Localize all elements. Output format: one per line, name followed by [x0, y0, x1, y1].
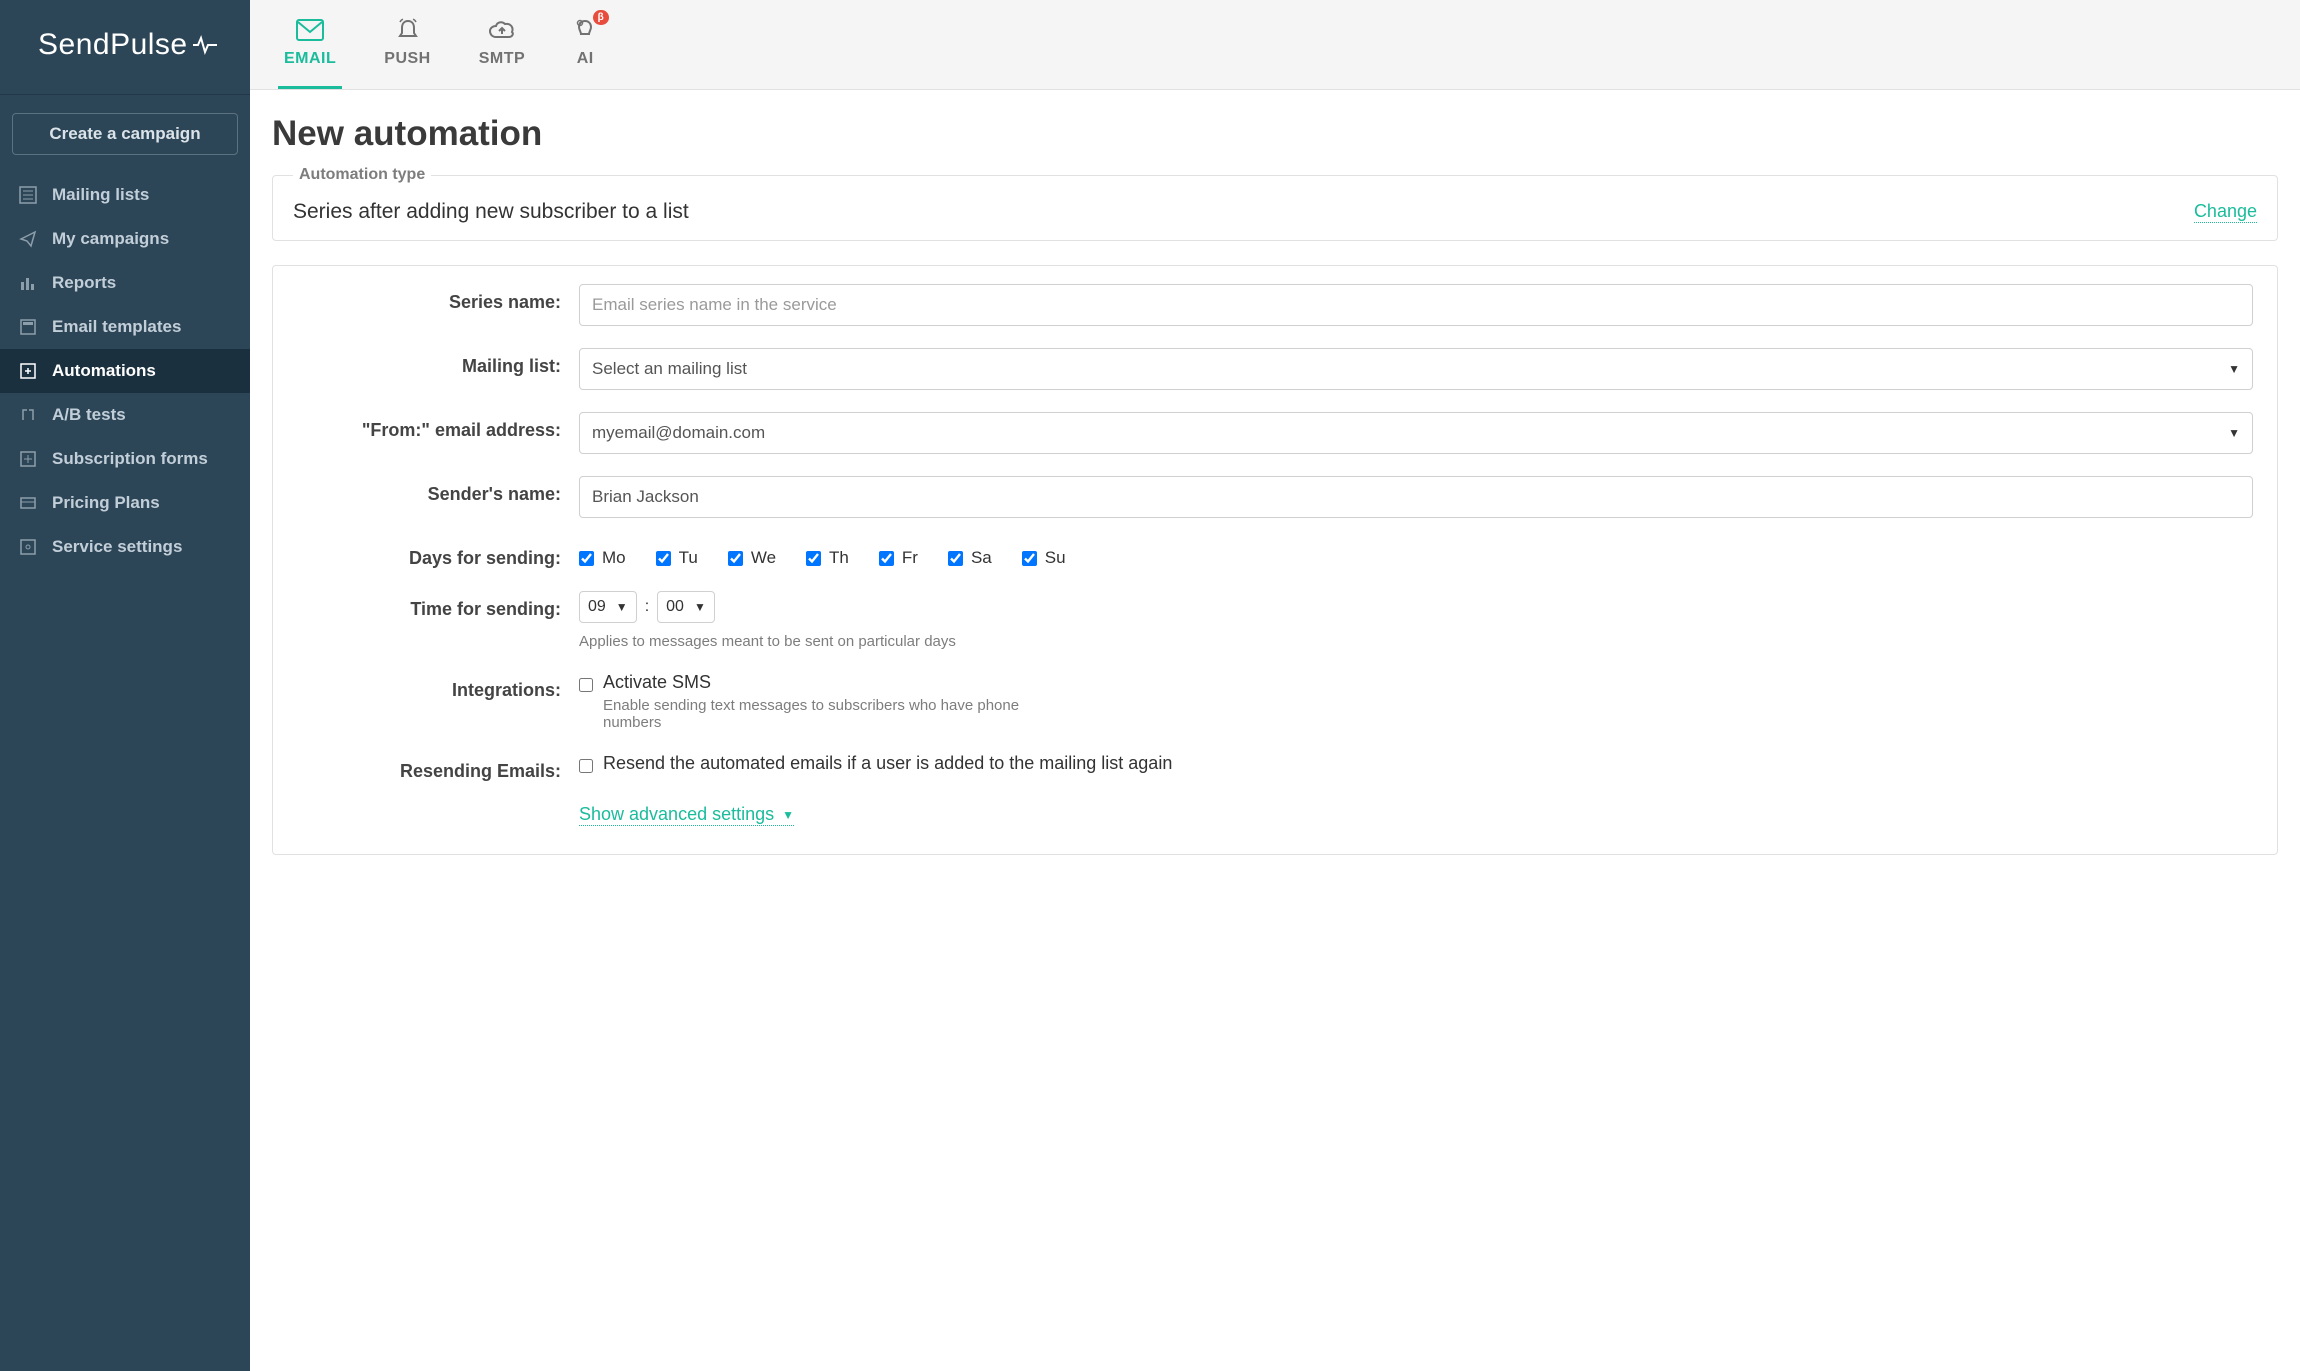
chevron-down-icon: ▼	[616, 600, 628, 614]
sidebar-item-ab-tests[interactable]: A/B tests	[0, 393, 250, 437]
main: EMAIL PUSH SMTP β AI New automation Auto…	[250, 0, 2300, 1371]
chevron-down-icon: ▼	[2228, 426, 2240, 440]
day-tu[interactable]: Tu	[656, 548, 698, 568]
automation-icon	[18, 361, 38, 381]
tab-label: AI	[577, 50, 594, 68]
hour-select[interactable]: 09▼	[579, 591, 637, 623]
sidebar-item-reports[interactable]: Reports	[0, 261, 250, 305]
sidebar-nav: Mailing lists My campaigns Reports Email…	[0, 173, 250, 569]
tab-ai[interactable]: β AI	[567, 4, 603, 89]
day-sa[interactable]: Sa	[948, 548, 992, 568]
pulse-icon	[192, 35, 218, 55]
show-advanced-link[interactable]: Show advanced settings ▼	[579, 804, 794, 826]
sidebar-item-label: Automations	[52, 361, 156, 381]
chevron-down-icon: ▼	[2228, 362, 2240, 376]
sidebar-item-pricing-plans[interactable]: Pricing Plans	[0, 481, 250, 525]
list-icon	[18, 185, 38, 205]
sidebar-item-email-templates[interactable]: Email templates	[0, 305, 250, 349]
content: New automation Automation type Series af…	[250, 90, 2300, 879]
day-we-checkbox[interactable]	[728, 551, 743, 566]
sidebar-item-subscription-forms[interactable]: Subscription forms	[0, 437, 250, 481]
create-campaign-button[interactable]: Create a campaign	[12, 113, 238, 155]
brand-logo: SendPulse	[0, 0, 250, 95]
automation-form: Series name: Mailing list: Select an mai…	[272, 265, 2278, 855]
sender-name-input[interactable]	[579, 476, 2253, 518]
sidebar-item-label: Reports	[52, 273, 116, 293]
activate-sms-text: Activate SMS	[603, 672, 1023, 693]
page-title: New automation	[272, 114, 2278, 154]
minute-select[interactable]: 00▼	[657, 591, 715, 623]
tab-label: EMAIL	[284, 50, 336, 68]
day-fr[interactable]: Fr	[879, 548, 918, 568]
sidebar-item-mailing-lists[interactable]: Mailing lists	[0, 173, 250, 217]
day-su-checkbox[interactable]	[1022, 551, 1037, 566]
tab-email[interactable]: EMAIL	[278, 4, 342, 89]
automation-type-value: Series after adding new subscriber to a …	[293, 200, 689, 224]
form-icon	[18, 449, 38, 469]
cloud-icon	[488, 18, 516, 42]
time-helper: Applies to messages meant to be sent on …	[579, 633, 2253, 650]
mailing-list-value: Select an mailing list	[592, 359, 747, 379]
activate-sms-checkbox[interactable]	[579, 678, 593, 692]
from-email-label: "From:" email address:	[297, 412, 579, 441]
sidebar-item-automations[interactable]: Automations	[0, 349, 250, 393]
automation-type-legend: Automation type	[293, 166, 431, 184]
resend-label: Resending Emails:	[297, 753, 579, 782]
day-mo[interactable]: Mo	[579, 548, 626, 568]
series-name-label: Series name:	[297, 284, 579, 313]
day-th[interactable]: Th	[806, 548, 849, 568]
automation-type-box: Automation type Series after adding new …	[272, 166, 2278, 241]
sidebar-item-label: Service settings	[52, 537, 182, 557]
day-su[interactable]: Su	[1022, 548, 1066, 568]
from-email-value: myemail@domain.com	[592, 423, 765, 443]
from-email-select[interactable]: myemail@domain.com ▼	[579, 412, 2253, 454]
sidebar-item-label: Email templates	[52, 317, 181, 337]
sender-name-label: Sender's name:	[297, 476, 579, 505]
sidebar: SendPulse Create a campaign Mailing list…	[0, 0, 250, 1371]
activate-sms-sub: Enable sending text messages to subscrib…	[603, 697, 1023, 731]
template-icon	[18, 317, 38, 337]
day-sa-checkbox[interactable]	[948, 551, 963, 566]
sidebar-item-label: Subscription forms	[52, 449, 208, 469]
email-icon	[296, 18, 324, 42]
sidebar-item-label: Pricing Plans	[52, 493, 160, 513]
change-link[interactable]: Change	[2194, 201, 2257, 223]
sidebar-item-label: My campaigns	[52, 229, 169, 249]
resend-checkbox[interactable]	[579, 759, 593, 773]
send-icon	[18, 229, 38, 249]
sidebar-item-service-settings[interactable]: Service settings	[0, 525, 250, 569]
resend-text: Resend the automated emails if a user is…	[603, 753, 1172, 774]
settings-icon	[18, 537, 38, 557]
sidebar-item-label: Mailing lists	[52, 185, 149, 205]
tab-smtp[interactable]: SMTP	[473, 4, 531, 89]
tab-label: PUSH	[384, 50, 430, 68]
day-th-checkbox[interactable]	[806, 551, 821, 566]
top-tabs: EMAIL PUSH SMTP β AI	[250, 0, 2300, 90]
caret-down-icon: ▼	[782, 808, 794, 822]
pricing-icon	[18, 493, 38, 513]
mailing-list-select[interactable]: Select an mailing list ▼	[579, 348, 2253, 390]
day-we[interactable]: We	[728, 548, 776, 568]
day-fr-checkbox[interactable]	[879, 551, 894, 566]
chevron-down-icon: ▼	[694, 600, 706, 614]
time-separator: :	[645, 598, 649, 616]
time-label: Time for sending:	[297, 591, 579, 620]
tab-push[interactable]: PUSH	[378, 4, 436, 89]
chart-icon	[18, 273, 38, 293]
ab-icon	[18, 405, 38, 425]
sidebar-item-label: A/B tests	[52, 405, 126, 425]
day-mo-checkbox[interactable]	[579, 551, 594, 566]
series-name-input[interactable]	[579, 284, 2253, 326]
bell-icon	[396, 18, 420, 42]
sidebar-item-my-campaigns[interactable]: My campaigns	[0, 217, 250, 261]
days-label: Days for sending:	[297, 540, 579, 569]
brand-text: SendPulse	[38, 28, 188, 62]
mailing-list-label: Mailing list:	[297, 348, 579, 377]
beta-badge: β	[593, 10, 610, 25]
integrations-label: Integrations:	[297, 672, 579, 701]
day-tu-checkbox[interactable]	[656, 551, 671, 566]
tab-label: SMTP	[479, 50, 525, 68]
